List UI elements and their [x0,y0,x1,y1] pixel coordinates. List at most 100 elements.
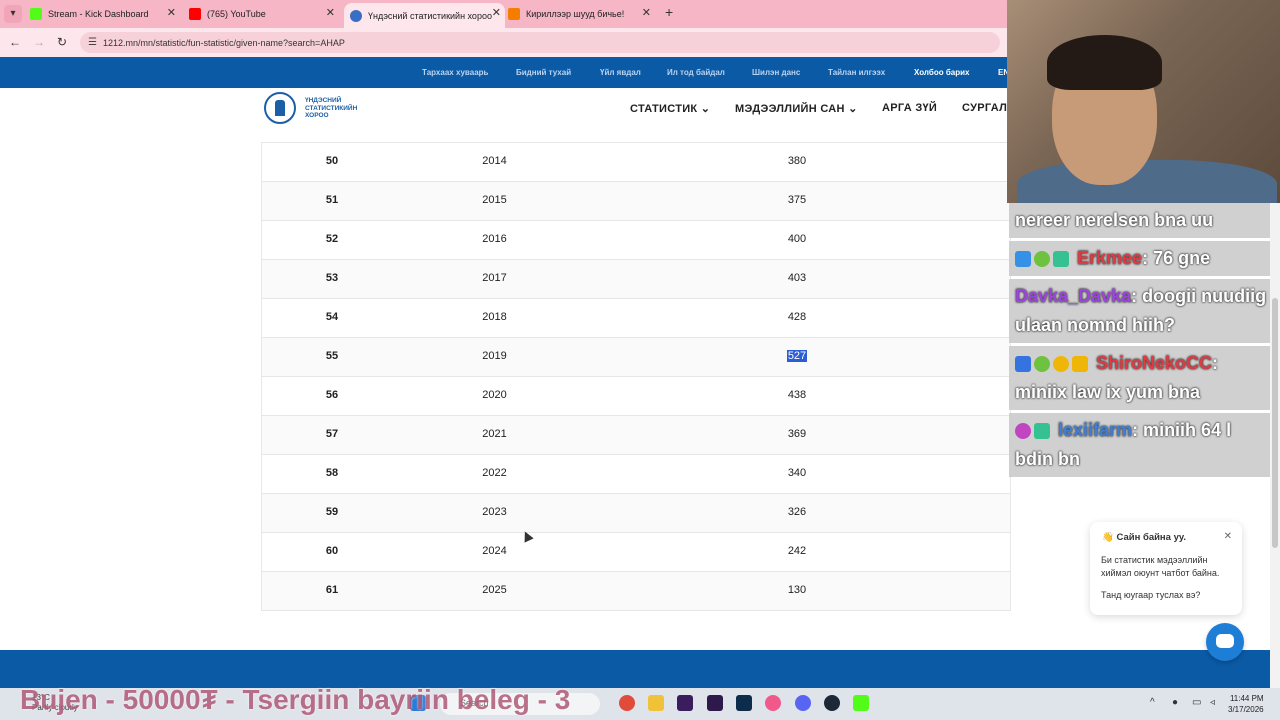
count-value: 340 [787,467,807,479]
og-badge-icon [1053,251,1069,268]
site-info-icon[interactable]: ☰ [88,37,97,48]
row-year: 2015 [482,194,507,206]
site-footer [0,650,1270,688]
logo-text[interactable]: ҮНДЭСНИЙ СТАТИСТИКИЙН ХОРОО [305,97,365,120]
row-number: 53 [325,272,339,284]
table-row: 50 2014 380 [262,142,1010,181]
chatbot-intro: Би статистик мэдээллийн хиймэл оюунт чат… [1101,555,1220,578]
top-link-about[interactable]: Бидний тухай [516,68,571,77]
monitor-icon[interactable]: ▭ [1192,697,1201,708]
row-number: 57 [325,428,339,440]
nso-logo-icon[interactable] [264,92,296,124]
count-value: 403 [787,272,807,284]
main-content: 50 2014 380 51 2015 375 52 2016 400 53 2017 403 54 20… [0,130,1011,650]
close-icon[interactable]: ✕ [167,6,176,19]
chevron-up-icon[interactable]: ^ [1150,697,1155,708]
photoshop-icon[interactable] [736,695,752,711]
globe-icon [350,9,362,22]
count-value: 369 [787,428,807,440]
donation-ticker: Bujen - 50000₮ - Tsergiin bayriin beleg … [20,684,571,715]
table-row: 57 2021 369 [262,415,1010,454]
row-count: 380 [762,155,832,167]
row-year: 2017 [482,272,507,284]
scroll-thumb[interactable] [1272,298,1278,548]
back-icon[interactable]: ← [9,35,21,49]
table-row: 54 2018 428 [262,298,1010,337]
chat-username[interactable]: Davka_Davka [1015,286,1131,306]
top-link-glass-account[interactable]: Шилэн данс [752,68,800,77]
tab-kick-dashboard[interactable]: Stream - Kick Dashboard ✕ [30,3,180,25]
row-count: 428 [762,311,832,323]
tab-title: Үндэсний статистикийн хороо [368,10,492,21]
row-count: 340 [762,467,832,479]
premiere-icon[interactable] [677,695,693,711]
menu-methodology[interactable]: АРГА ЗҮЙ [882,102,937,114]
chevron-down-icon: ⌄ [848,103,858,115]
tab-search-dropdown-icon[interactable]: ▾ [4,5,22,23]
gear-badge-icon [1034,251,1050,268]
menu-statistics[interactable]: СТАТИСТИК ⌄ [630,102,710,115]
row-year: 2014 [482,155,507,167]
top-link-submit-report[interactable]: Тайлан илгээх [828,68,885,77]
menu-database[interactable]: МЭДЭЭЛЛИЙН САН ⌄ [735,102,858,115]
menu-label: СТАТИСТИК [630,103,698,115]
chat-username[interactable]: ShiroNekoCC [1096,353,1212,373]
top-link-contact[interactable]: Холбоо барих [914,68,969,77]
tab-cyrillic[interactable]: Кириллээр шууд бичье! ✕ [508,3,655,25]
top-link-events[interactable]: Үйл явдал [600,68,641,77]
wrench-badge-icon [1015,356,1031,373]
kick-icon [30,8,42,20]
clock-time: 11:44 PM [1229,694,1264,703]
url-text: 1212.mn/mn/statistic/fun-statistic/given… [102,37,345,48]
chatbot-launcher-button[interactable] [1206,623,1244,661]
close-icon[interactable]: ✕ [492,6,501,19]
row-count: 369 [762,428,832,440]
crown-badge-icon [1072,356,1088,373]
close-icon[interactable]: ✕ [642,6,651,19]
address-bar[interactable]: ☰ 1212.mn/mn/statistic/fun-statistic/giv… [80,32,1000,53]
count-value: 527 [786,350,808,362]
row-count: 326 [762,506,832,518]
close-icon[interactable]: ✕ [1224,531,1232,542]
top-link-transparency[interactable]: Ил тод байдал [667,68,725,77]
tab-youtube[interactable]: (765) YouTube ✕ [189,3,339,25]
stream-chat-overlay: nereer nerelsen bna uu Erkmee: 76 gne Da… [1009,203,1277,480]
row-count: 242 [762,545,832,557]
page-scrollbar[interactable] [1270,203,1280,688]
count-value: 130 [787,584,807,596]
chat-message: lexiifarm: miniih 64 l bdin bn [1009,413,1277,477]
row-count: 130 [762,584,832,596]
count-value: 400 [787,233,807,245]
close-icon[interactable]: ✕ [326,6,335,19]
chat-username[interactable]: Erkmee [1077,248,1142,268]
row-year: 2016 [482,233,507,245]
music-icon[interactable] [765,695,781,711]
tab-nso[interactable]: Үндэсний статистикийн хороо ✕ [344,3,505,28]
volume-icon[interactable]: ◃ [1210,697,1215,708]
after-effects-icon[interactable] [707,695,723,711]
site-header: ҮНДЭСНИЙ СТАТИСТИКИЙН ХОРОО СТАТИСТИК ⌄ … [0,88,1014,130]
chat-message: Davka_Davka: doogii nuudiig ulaan nomnd … [1009,279,1277,343]
new-tab-button[interactable]: + [665,4,673,20]
row-year: 2020 [482,389,507,401]
microphone-icon[interactable]: ● [1172,697,1178,708]
row-number: 61 [325,584,339,596]
row-year: 2025 [482,584,507,596]
chrome-icon[interactable] [619,695,635,711]
chat-text: nereer nerelsen bna uu [1015,210,1214,230]
system-clock[interactable]: 11:44 PM 3/17/2026 [1228,693,1264,715]
row-number: 52 [325,233,339,245]
count-value: 428 [787,311,807,323]
top-link-schedule[interactable]: Тархаах хуваарь [422,68,488,77]
row-number: 56 [325,389,339,401]
steam-icon[interactable] [824,695,840,711]
row-year: 2019 [482,350,507,362]
kick-icon[interactable] [853,695,869,711]
chat-username[interactable]: lexiifarm [1058,420,1132,440]
folder-icon[interactable] [648,695,664,711]
forward-icon[interactable]: → [33,35,45,49]
row-number: 50 [325,155,339,167]
row-count: 527 [762,350,832,362]
discord-icon[interactable] [795,695,811,711]
reload-icon[interactable]: ↻ [57,35,67,49]
